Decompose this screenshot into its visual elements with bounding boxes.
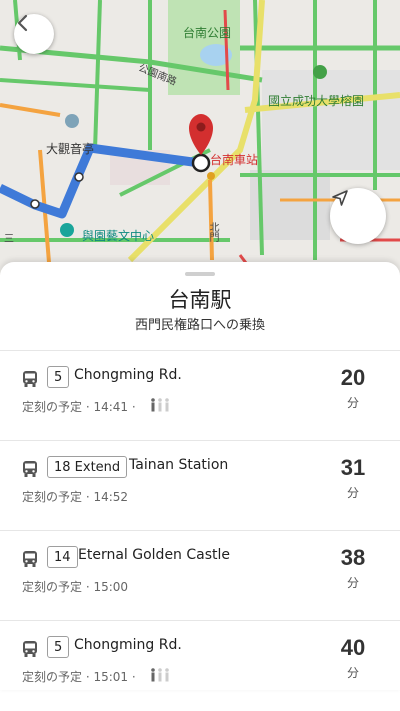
bus-icon bbox=[23, 461, 37, 477]
route-row[interactable]: 5 Chongming Rd. 定刻の予定 · 14:41 · 20 分 bbox=[0, 350, 400, 441]
route-number-badge: 18 Extend bbox=[47, 456, 128, 478]
chevron-left-icon bbox=[17, 14, 28, 32]
route-destination: Chongming Rd. bbox=[74, 367, 182, 383]
map-label-edge: 三 bbox=[4, 234, 14, 245]
route-number-badge: 5 bbox=[47, 636, 70, 658]
back-button[interactable] bbox=[14, 14, 54, 54]
minutes-value: 20 bbox=[340, 365, 366, 390]
map-label-university: 國立成功大學榕園 bbox=[268, 94, 365, 108]
stop-subtitle: 西門民権路口への乗換 bbox=[134, 318, 265, 333]
schedule-text: 定刻の予定 · 14:52 bbox=[22, 490, 129, 504]
route-row[interactable]: 14 Eternal Golden Castle 定刻の予定 · 15:00 3… bbox=[0, 530, 400, 621]
schedule-text: 定刻の予定 · 14:41 · bbox=[22, 400, 136, 414]
minutes-value: 40 bbox=[340, 635, 366, 660]
minutes-value: 38 bbox=[340, 545, 366, 570]
minutes-unit: 分 bbox=[346, 576, 359, 590]
map-label-temple: 大觀音亭 bbox=[46, 142, 95, 156]
route-row[interactable]: 18 Extend Tainan Station 定刻の予定 · 14:52 3… bbox=[0, 440, 400, 531]
route-number-badge: 5 bbox=[47, 366, 70, 388]
stop-title: 台南駅 bbox=[168, 288, 232, 312]
departures-sheet: 台南駅 西門民権路口への乗換 5 Chongming Rd. 定刻の予定 · 1… bbox=[0, 262, 400, 690]
crowding-icon bbox=[151, 668, 169, 682]
minutes-unit: 分 bbox=[346, 486, 359, 500]
minutes-value: 31 bbox=[340, 455, 366, 480]
bus-icon bbox=[23, 371, 37, 387]
map-label-station: 台南車站 bbox=[210, 153, 259, 167]
schedule-text: 定刻の予定 · 15:01 · bbox=[22, 670, 136, 684]
route-destination: Tainan Station bbox=[129, 457, 229, 473]
route-destination: Eternal Golden Castle bbox=[78, 547, 231, 563]
crowding-icon bbox=[151, 398, 169, 412]
route-row[interactable]: 5 Chongming Rd. 定刻の予定 · 15:01 · 40 分 bbox=[0, 620, 400, 711]
map-label-park: 台南公園 bbox=[183, 26, 232, 40]
minutes-unit: 分 bbox=[346, 396, 359, 410]
map-label-culture-center: 與園藝文中心 bbox=[82, 229, 155, 243]
drag-handle[interactable] bbox=[185, 272, 215, 276]
map-label-road-south: 北門 bbox=[207, 222, 218, 242]
route-destination: Chongming Rd. bbox=[74, 637, 182, 653]
navigation-arrow-icon bbox=[332, 190, 348, 206]
my-location-button[interactable] bbox=[330, 188, 386, 244]
route-number-badge: 14 bbox=[47, 546, 78, 568]
bus-icon bbox=[23, 551, 37, 567]
minutes-unit: 分 bbox=[346, 666, 359, 680]
map-view[interactable]: 台南公園 公園南路 國立成功大學榕園 大觀音亭 台南車站 與園藝文中心 北門 三 bbox=[0, 0, 400, 275]
bus-icon bbox=[23, 641, 37, 657]
schedule-text: 定刻の予定 · 15:00 bbox=[22, 580, 129, 594]
